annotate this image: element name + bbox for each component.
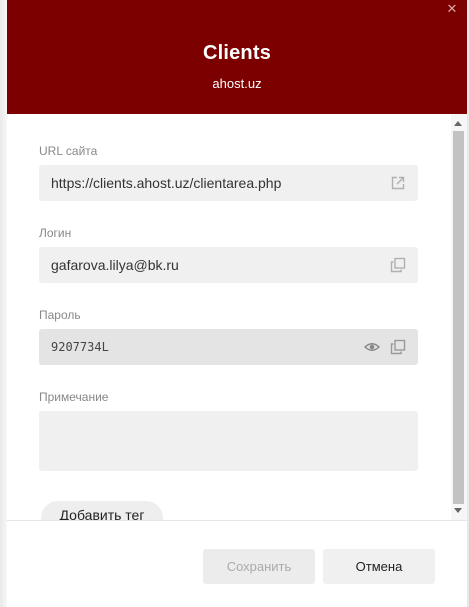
password-field[interactable]: 9207734L <box>39 329 418 365</box>
dialog-footer: Сохранить Отмена <box>7 520 467 607</box>
backdrop-edge-left <box>0 0 7 607</box>
copy-icon[interactable] <box>390 257 406 273</box>
close-icon[interactable]: ✕ <box>445 2 459 16</box>
scroll-up-arrow-icon[interactable] <box>454 121 462 126</box>
dialog-body: URL сайта https://clients.ahost.uz/clien… <box>7 114 467 520</box>
note-label: Примечание <box>39 390 109 404</box>
scroll-down-arrow-icon[interactable] <box>454 508 462 513</box>
copy-icon[interactable] <box>390 339 406 355</box>
login-field[interactable]: gafarova.lilya@bk.ru <box>39 247 418 283</box>
dialog-header: Clients ahost.uz ✕ <box>7 0 467 114</box>
url-label: URL сайта <box>39 144 98 158</box>
dialog-subtitle: ahost.uz <box>212 76 262 91</box>
external-link-icon[interactable] <box>390 175 406 191</box>
password-value: 9207734L <box>51 340 109 354</box>
save-button[interactable]: Сохранить <box>203 549 315 584</box>
add-tag-button[interactable]: Добавить тег <box>41 501 163 520</box>
eye-icon[interactable] <box>364 339 380 355</box>
url-value: https://clients.ahost.uz/clientarea.php <box>51 175 282 191</box>
password-label: Пароль <box>39 308 81 322</box>
scrollbar[interactable] <box>451 114 467 520</box>
url-field[interactable]: https://clients.ahost.uz/clientarea.php <box>39 165 418 201</box>
note-textarea[interactable] <box>39 411 418 471</box>
dialog: Clients ahost.uz ✕ URL сайта https://cli… <box>0 0 469 607</box>
login-value: gafarova.lilya@bk.ru <box>51 257 179 273</box>
cancel-button[interactable]: Отмена <box>323 549 435 584</box>
dialog-title: Clients <box>202 42 272 64</box>
scrollbar-thumb[interactable] <box>453 131 464 504</box>
login-label: Логин <box>39 226 72 240</box>
